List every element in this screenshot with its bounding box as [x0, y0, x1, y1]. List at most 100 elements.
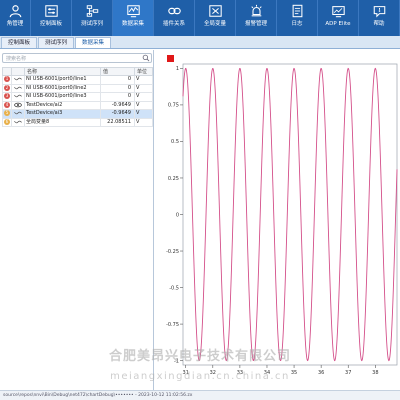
- help-icon: [373, 6, 385, 18]
- watermark-company: 合肥美昂兴电子技术有限公司: [108, 349, 291, 364]
- row-type-cell: [11, 83, 25, 93]
- toolbar-button-adp-elite[interactable]: ADP Elite: [318, 0, 359, 36]
- row-value: -0.9649: [100, 100, 135, 110]
- main-toolbar: 角管理 控制面板 测试序列 数据采集 插件关系 全局变量 报警管理 日志 ADP…: [0, 0, 400, 36]
- column-header-unit[interactable]: 单位: [134, 67, 153, 76]
- y-tick-label: -0.25: [166, 249, 179, 255]
- chart-panel: 1 0.75 0.5 0.25 0 -0.25 -0.5 -0.75 -1 31 32 33 34 35 3…: [156, 50, 400, 390]
- waveform-icon[interactable]: [14, 93, 22, 99]
- toolbar-button-test-sequence[interactable]: 测试序列: [72, 0, 113, 36]
- row-type-cell: [11, 75, 25, 85]
- document-tab-bar: 控制面板 测试序列 数据采集: [0, 36, 400, 49]
- log-icon: [292, 4, 302, 18]
- column-header-type: [11, 67, 25, 76]
- table-row[interactable]: 6 全局变量8 22.08511 V: [2, 117, 153, 127]
- row-type-cell: [11, 109, 25, 119]
- row-unit: V: [134, 92, 153, 102]
- waveform-icon[interactable]: [14, 110, 22, 116]
- toolbar-button-alarm-management[interactable]: 报警管理: [236, 0, 277, 36]
- toolbar-button-log[interactable]: 日志: [277, 0, 318, 36]
- row-index-cell: 2: [2, 83, 12, 93]
- y-tick-label: -0.5: [169, 285, 179, 291]
- tab-test-sequence[interactable]: 测试序列: [38, 37, 75, 48]
- toolbar-label: 数据采集: [121, 21, 144, 27]
- row-index-badge: 5: [4, 110, 10, 116]
- toolbar-button-plugin-relations[interactable]: 插件关系: [154, 0, 195, 36]
- variable-table: 名称 值 单位 1 NI USB-6001/port0/line1 0 V 2 NI US…: [2, 67, 153, 127]
- row-index-cell: 4: [2, 100, 12, 110]
- person-icon: [9, 5, 21, 18]
- table-header-row: 名称 值 单位: [2, 67, 153, 76]
- control-panel-icon: [44, 5, 58, 17]
- adp-elite-icon: [331, 6, 345, 18]
- column-header-index: [2, 67, 12, 76]
- row-index-badge: 6: [4, 118, 10, 125]
- global-variable-icon: [208, 5, 222, 17]
- waveform-icon[interactable]: [14, 76, 22, 82]
- toolbar-button-global-variables[interactable]: 全局变量: [195, 0, 236, 36]
- search-input[interactable]: 搜索名称: [2, 53, 152, 63]
- row-index-badge: 4: [4, 101, 10, 108]
- sequence-icon: [86, 5, 98, 17]
- toolbar-button-data-acquisition[interactable]: 数据采集: [113, 0, 154, 36]
- toolbar-button-role-management[interactable]: 角管理: [0, 0, 31, 36]
- table-row[interactable]: 1 NI USB-6001/port0/line1 0 V: [2, 75, 153, 85]
- row-name: NI USB-6001/port0/line3: [24, 92, 101, 102]
- chart-series-indicator[interactable]: [167, 55, 174, 62]
- row-unit: V: [134, 83, 153, 93]
- row-name: NI USB-6001/port0/line2: [24, 83, 101, 93]
- status-bar: source\repos\nnvi\Bin\Debug\net472\chart…: [0, 390, 400, 400]
- row-name: 全局变量8: [24, 117, 101, 127]
- toolbar-label: 报警管理: [244, 21, 267, 27]
- row-index-badge: 2: [4, 84, 10, 91]
- toolbar-label: 全局变量: [203, 21, 226, 27]
- table-row[interactable]: 4 TestDevice/ai2 -0.9649 V: [2, 100, 153, 110]
- row-value: -0.9649: [100, 109, 135, 119]
- row-index-cell: 6: [2, 117, 12, 127]
- waveform-chart[interactable]: 10.750.50.250-0.25-0.5-0.75-131 32 33 34 35 3…: [156, 50, 400, 390]
- row-name: NI USB-6001/port0/line1: [24, 75, 101, 85]
- toolbar-label: 帮助: [373, 21, 385, 27]
- column-header-name[interactable]: 名称: [24, 67, 101, 76]
- row-unit: V: [134, 109, 153, 119]
- row-unit: V: [134, 100, 153, 110]
- toolbar-button-help[interactable]: 帮助: [359, 0, 400, 36]
- table-row[interactable]: 3 NI USB-6001/port0/line3 0 V: [2, 92, 153, 102]
- row-value: 0: [100, 92, 135, 102]
- y-tick-label: 0.5: [171, 139, 179, 145]
- row-value: 0: [100, 75, 135, 85]
- link-icon: [167, 7, 181, 15]
- row-value: 22.08511: [100, 117, 135, 127]
- y-tick-label: 1: [176, 66, 179, 72]
- waveform-icon[interactable]: [14, 119, 22, 125]
- row-type-cell: [11, 117, 25, 127]
- watermark-url: meiangxingdian.cn.china.cn: [110, 371, 290, 382]
- toolbar-button-control-panel[interactable]: 控制面板: [31, 0, 72, 36]
- eye-icon[interactable]: [14, 102, 22, 108]
- alarm-icon: [250, 4, 262, 17]
- row-index-cell: 3: [2, 92, 12, 102]
- search-icon[interactable]: [142, 54, 150, 62]
- row-index-badge: 3: [4, 93, 10, 99]
- table-row[interactable]: 2 NI USB-6001/port0/line2 0 V: [2, 83, 153, 93]
- tab-data-acquisition[interactable]: 数据采集: [75, 37, 112, 48]
- variable-panel: 搜索名称 名称 值 单位 1 NI USB-6001/port0/line1 0 V 2…: [0, 50, 154, 390]
- y-tick-label: 0.75: [168, 103, 179, 109]
- table-row[interactable]: 5 TestDevice/ai3 -0.9649 V: [2, 109, 153, 119]
- tab-control-panel[interactable]: 控制面板: [1, 37, 38, 48]
- toolbar-label: 控制面板: [39, 21, 62, 27]
- toolbar-label: 测试序列: [80, 21, 103, 27]
- row-value: 0: [100, 83, 135, 93]
- column-header-value[interactable]: 值: [100, 67, 135, 76]
- toolbar-label: 日志: [291, 21, 303, 27]
- row-type-cell: [11, 100, 25, 110]
- y-tick-label: -0.75: [166, 322, 179, 328]
- toolbar-label: 角管理: [6, 21, 24, 27]
- row-index-cell: 1: [2, 75, 12, 85]
- row-unit: V: [134, 117, 153, 127]
- data-acquisition-icon: [126, 5, 140, 18]
- waveform-icon[interactable]: [14, 85, 22, 91]
- search-placeholder: 搜索名称: [6, 56, 27, 62]
- status-text: source\repos\nnvi\Bin\Debug\net472\chart…: [3, 393, 193, 398]
- row-index-cell: 5: [2, 109, 12, 119]
